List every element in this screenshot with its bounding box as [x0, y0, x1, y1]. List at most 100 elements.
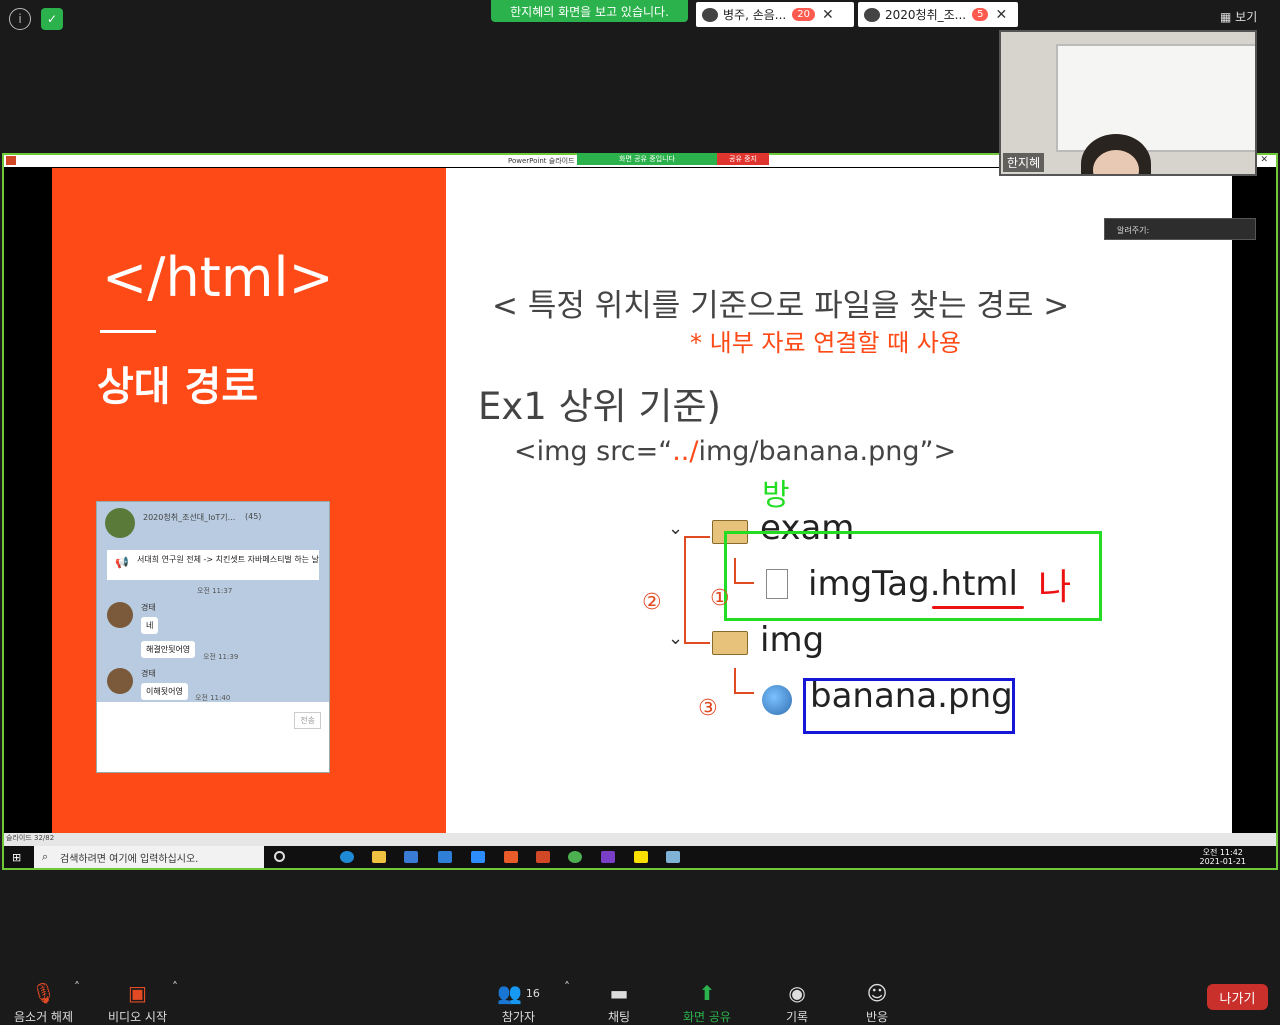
annotation-na: 나 — [1038, 567, 1072, 608]
kakao-input-area: 전송 — [97, 702, 329, 772]
code-suffix: img/banana.png”> — [698, 436, 957, 467]
chrome-icon[interactable] — [568, 851, 582, 863]
taskbar-search-input[interactable]: ⌕ 검색하려면 여기에 입력하십시오. — [34, 846, 264, 868]
app-icon[interactable] — [504, 851, 518, 863]
chevron-down-icon: ⌄ — [668, 628, 684, 649]
send-button: 전송 — [294, 712, 321, 729]
clock-date: 2021-01-21 — [1199, 857, 1247, 866]
kakaotalk-icon[interactable] — [634, 851, 648, 863]
unread-badge: 5 — [972, 8, 989, 21]
chat-label: 채팅 — [608, 1010, 631, 1024]
record-label: 기록 — [786, 1010, 809, 1024]
code-highlight: ../ — [672, 436, 699, 467]
message-bubble: 해결안됫어영 — [141, 641, 196, 658]
chat-tab-2[interactable]: 2020청취_조... 5 ✕ — [858, 2, 1018, 27]
edge-icon[interactable] — [340, 851, 354, 863]
chat-tab-label: 병주, 손음... — [723, 8, 787, 22]
slide-counter: 슬라이드 32/82 — [6, 834, 55, 842]
app-icon[interactable] — [601, 851, 615, 863]
security-shield-icon[interactable]: ✓ — [41, 8, 63, 30]
powerpoint-icon[interactable] — [536, 851, 550, 863]
store-icon[interactable] — [404, 851, 418, 863]
windows-start-icon[interactable]: ⊞ — [12, 851, 21, 864]
message-time: 오전 11:39 — [203, 653, 239, 661]
chevron-up-icon[interactable]: ˄ — [74, 980, 80, 994]
share-screen-button[interactable]: ⬆ 화면 공유 — [683, 978, 731, 1025]
arrow-bracket — [734, 668, 754, 694]
kakao-notice: 📢 서대희 연구원 전체 -> 치킨셋트 자바페스티벌 하는 날 — [107, 550, 319, 580]
folder-icon — [712, 631, 748, 655]
task-view-icon[interactable] — [274, 851, 285, 862]
powerpoint-icon — [6, 156, 16, 165]
whiteboard — [1056, 44, 1255, 152]
search-icon: ⌕ — [42, 850, 49, 863]
avatar — [107, 668, 133, 694]
meeting-controls: 🎙 음소거 해제 ˄ ▣ 비디오 시작 ˄ 👥 16 참가자 ˄ ▬ 채팅 ⬆ 화… — [0, 960, 1280, 1024]
powerpoint-status-bar: 슬라이드 32/82 — [4, 833, 1276, 846]
file-banana-png: banana.png — [810, 676, 1013, 716]
arrow-bracket — [684, 536, 710, 644]
circled-3: ③ — [698, 696, 718, 721]
sender-name: 경태 — [141, 669, 156, 678]
stop-share-button[interactable]: 공유 중지 — [717, 153, 769, 165]
leave-button[interactable]: 나가기 — [1207, 984, 1268, 1010]
slide-heading: < 특정 위치를 기준으로 파일을 찾는 경로 > — [492, 288, 1070, 324]
message-bubble: 네 — [141, 617, 159, 634]
file-icon — [766, 569, 788, 599]
record-button[interactable]: ◉ 기록 — [786, 978, 808, 1025]
close-icon[interactable]: ✕ — [822, 7, 834, 23]
share-screen-label: 화면 공유 — [683, 1010, 731, 1024]
chevron-up-icon[interactable]: ˄ — [564, 980, 570, 994]
tell-me-box[interactable]: 알려주기: — [1104, 218, 1256, 240]
globe-icon — [762, 685, 792, 715]
record-icon: ◉ — [788, 981, 806, 1005]
kakao-room-name: 2020청취_조선대_IoT기... — [143, 513, 236, 522]
participant-count: 16 — [525, 986, 540, 1000]
code-example: <img src=“../img/banana.png”> — [514, 436, 956, 467]
screen-sharing-indicator: 화면 공유 중입니다 — [577, 153, 717, 165]
chevron-up-icon[interactable]: ˄ — [172, 980, 178, 994]
sender-name: 경태 — [141, 603, 156, 612]
view-options-button[interactable]: ▦ 보기 — [1220, 8, 1257, 25]
kakao-header: 2020청취_조선대_IoT기... (45) — [97, 502, 329, 546]
clock-time: 오전 11:42 — [1202, 848, 1243, 857]
start-video-label: 비디오 시작 — [108, 1010, 168, 1024]
participants-button[interactable]: 👥 16 참가자 — [497, 978, 540, 1025]
info-icon[interactable]: i — [9, 8, 31, 30]
participants-label: 참가자 — [501, 1010, 536, 1024]
file-explorer-icon[interactable] — [372, 851, 386, 863]
start-video-button[interactable]: ▣ 비디오 시작 — [108, 978, 167, 1025]
unmute-button[interactable]: 🎙 음소거 해제 — [14, 978, 73, 1025]
close-icon[interactable]: ✕ — [1260, 155, 1268, 165]
muted-microphone-icon: 🎙 — [30, 981, 57, 1005]
viewing-screen-banner[interactable]: 한지혜의 화면을 보고 있습니다. — [491, 0, 688, 22]
underline-annotation — [932, 606, 1024, 609]
slide-tag-title: </html> — [102, 246, 334, 309]
window-title: PowerPoint 슬라이드 — [508, 157, 575, 165]
chat-bubble-icon — [864, 7, 880, 22]
presenter-video[interactable]: 한지혜 — [999, 30, 1257, 176]
chat-button[interactable]: ▬ 채팅 — [608, 978, 630, 1025]
taskbar-clock[interactable]: 오전 11:42 2021-01-21 — [1200, 848, 1247, 866]
chat-tab-1[interactable]: 병주, 손음... 20 ✕ — [696, 2, 854, 27]
chat-bubble-icon — [702, 7, 718, 22]
share-screen-icon: ⬆ — [698, 981, 716, 1005]
unmute-label: 음소거 해제 — [14, 1010, 74, 1024]
unread-badge: 20 — [792, 8, 815, 21]
chat-icon: ▬ — [609, 981, 629, 1005]
presentation-slide: </html> 상대 경로 2020청취_조선대_IoT기... (45) 📢 … — [52, 168, 1232, 833]
reactions-button[interactable]: ☺ 반응 — [866, 978, 888, 1025]
reactions-label: 반응 — [866, 1010, 889, 1024]
presenter-name: 한지혜 — [1003, 153, 1045, 172]
close-icon[interactable]: ✕ — [995, 7, 1007, 23]
file-imgtag-html: imgTag.html — [808, 564, 1018, 604]
zoom-icon[interactable] — [471, 851, 485, 863]
slide-section-title: 상대 경로 — [97, 364, 259, 410]
kakaotalk-screenshot: 2020청취_조선대_IoT기... (45) 📢 서대희 연구원 전체 -> … — [96, 501, 330, 773]
windows-taskbar: ⊞ ⌕ 검색하려면 여기에 입력하십시오. 오전 11:42 2021-01-2… — [4, 846, 1276, 868]
view-label: 보기 — [1235, 10, 1258, 24]
mail-icon[interactable] — [438, 851, 452, 863]
video-off-icon: ▣ — [128, 981, 147, 1005]
app-icon[interactable] — [666, 851, 680, 863]
kakao-notice-text: 서대희 연구원 전체 -> 치킨셋트 자바페스티벌 하는 날 — [137, 555, 319, 564]
